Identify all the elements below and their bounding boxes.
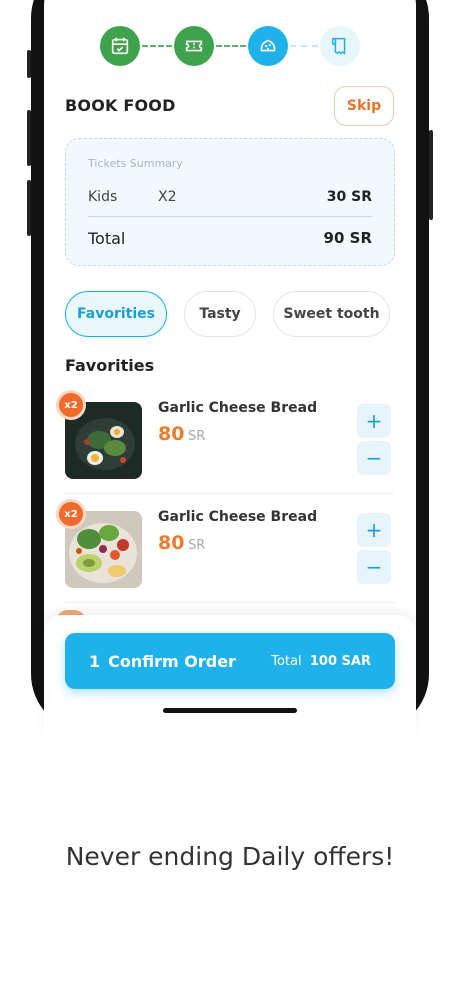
summary-row: Kids X2 30 SR [88,189,372,205]
food-item[interactable]: x2 Garlic Cheese Bread 80 SR + − [56,499,395,595]
phone-side-button [27,50,31,78]
decrease-button[interactable]: − [357,550,391,584]
receipt-icon [331,37,346,55]
tab-favorities[interactable]: Favorities [65,291,167,337]
tickets-summary-card: Tickets Summary Kids X2 30 SR Total 90 S… [65,138,395,266]
quantity-badge: x2 [56,499,86,529]
summary-row-amount: 30 SR [326,189,372,205]
food-currency: SR [188,538,206,553]
tab-tasty[interactable]: Tasty [184,291,256,337]
summary-row-qty: X2 [158,189,177,205]
quantity-badge: x2 [56,390,86,420]
increase-button[interactable]: + [357,404,391,438]
food-name: Garlic Cheese Bread [158,509,318,525]
ticket-icon [185,40,203,52]
item-divider [65,602,395,603]
phone-side-button [429,130,433,220]
decrease-button[interactable]: − [357,441,391,475]
increase-button[interactable]: + [357,513,391,547]
category-tabs: Favorities Tasty Sweet tooth [65,291,405,337]
step-connector [290,45,318,47]
food-price: 80 [158,423,185,445]
home-indicator [163,708,297,713]
summary-total-amount: 90 SR [323,229,372,247]
summary-divider [88,216,372,217]
step-food[interactable] [248,26,288,66]
food-price: 80 [158,532,185,554]
tab-sweet-tooth[interactable]: Sweet tooth [273,291,390,337]
step-ticket[interactable] [174,26,214,66]
step-connector [216,45,246,47]
booking-stepper [100,26,360,66]
page-title: BOOK FOOD [65,96,176,115]
order-count: 1 [89,651,101,671]
step-connector [142,45,172,47]
calendar-check-icon [111,37,129,55]
tagline: Never ending Daily offers! [65,842,395,871]
step-calendar[interactable] [100,26,140,66]
phone-side-button [27,180,31,236]
food-currency: SR [188,429,206,444]
food-name: Garlic Cheese Bread [158,400,318,416]
section-title: Favorities [65,356,155,375]
summary-title: Tickets Summary [88,157,183,170]
order-total-value: 100 SAR [309,653,371,669]
order-total-label: Total [271,653,302,669]
app-screenshot: BOOK FOOD Skip Tickets Summary Kids X2 3… [0,0,460,996]
confirm-label: Confirm Order [108,651,236,671]
summary-row-label: Kids [88,189,118,205]
order-total: Total 100 SAR [271,654,371,669]
phone-side-button [27,110,31,166]
summary-total-row: Total 90 SR [88,229,372,248]
food-item[interactable]: x2 Garlic Cheese Bread 80 SR + − [56,390,395,486]
item-divider [65,493,395,494]
confirm-order-button[interactable]: 1 Confirm Order Total 100 SAR [65,633,395,689]
skip-button[interactable]: Skip [334,86,394,126]
step-receipt[interactable] [320,26,360,66]
food-icon [260,39,276,52]
summary-total-label: Total [88,229,126,248]
